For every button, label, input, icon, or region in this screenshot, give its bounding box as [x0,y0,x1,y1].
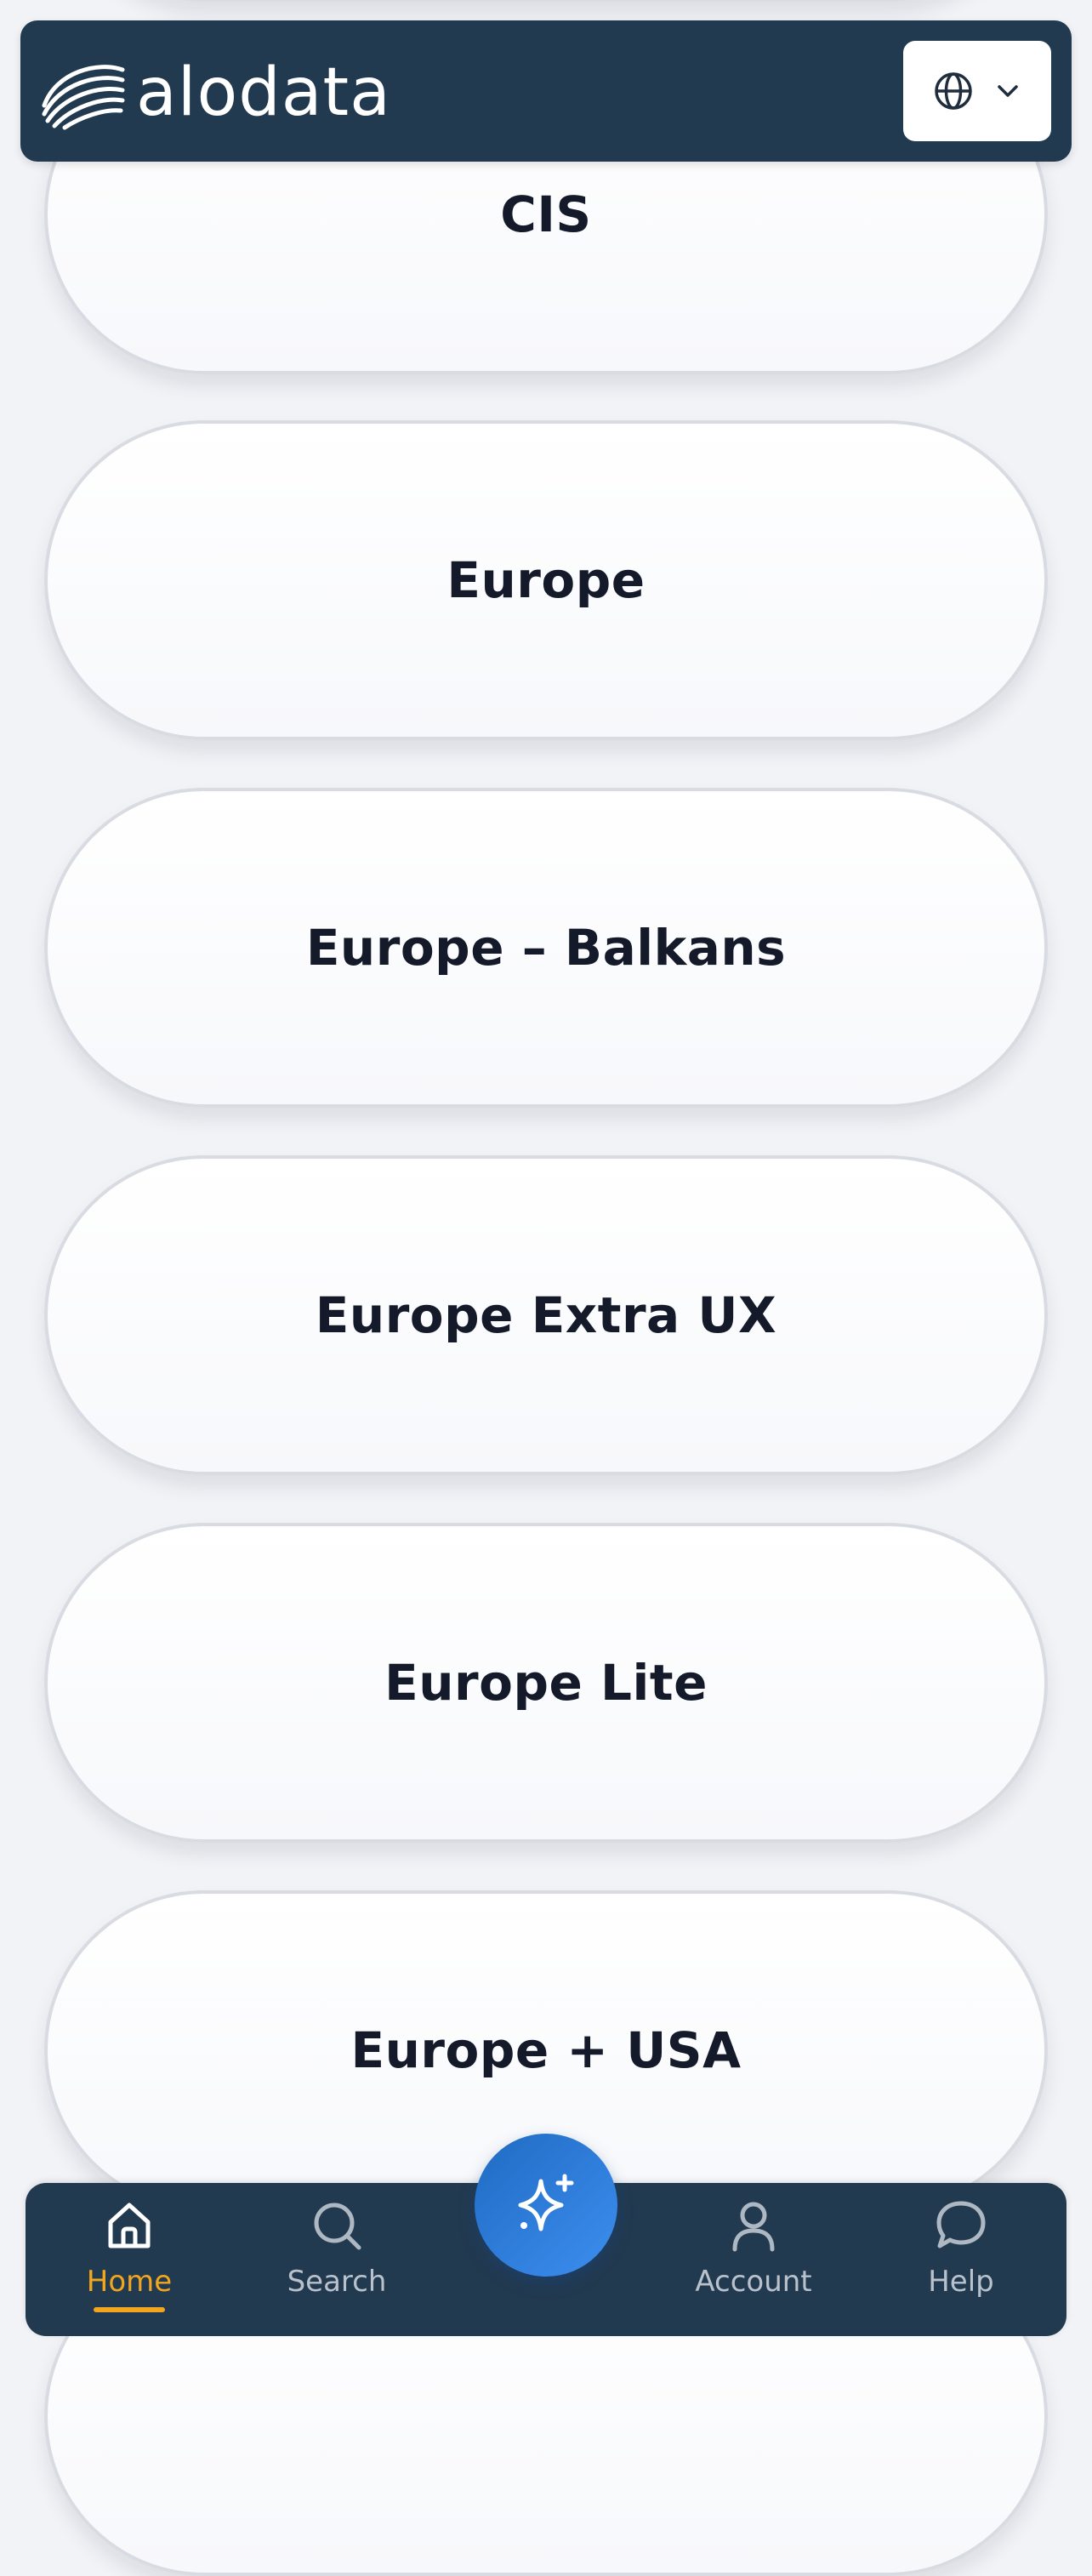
nav-item-account[interactable]: Account [668,2183,839,2336]
app-logo[interactable]: alodata [39,54,391,131]
nav-label-home: Home [86,2265,173,2299]
nav-label-help: Help [928,2265,994,2299]
language-selector-button[interactable] [903,41,1051,141]
region-label: Europe Extra UX [315,1286,777,1344]
home-icon [108,2203,151,2248]
chat-bubble-icon [936,2201,986,2248]
sparkle-icon [518,2174,574,2231]
region-card[interactable] [44,0,1048,2]
region-card-europe[interactable]: Europe [44,420,1048,740]
region-label: Europe + USA [350,2021,742,2079]
globe-icon [935,72,972,110]
active-indicator [94,2307,165,2312]
chevron-down-icon [998,85,1018,97]
region-label: Europe [446,551,646,609]
region-label: Europe – Balkans [305,919,787,977]
region-card-europe-extra-ux[interactable]: Europe Extra UX [44,1155,1048,1475]
logo-text: alodata [136,54,391,131]
nav-item-home[interactable]: Home [44,2183,214,2336]
region-label: Europe Lite [384,1654,708,1712]
nav-label-account: Account [695,2265,812,2299]
region-card-europe-lite[interactable]: Europe Lite [44,1523,1048,1843]
region-label: CIS [500,185,592,243]
logo-mark-icon [42,65,125,130]
search-icon [314,2203,361,2250]
nav-item-help[interactable]: Help [876,2183,1046,2336]
region-card-europe-balkans[interactable]: Europe – Balkans [44,788,1048,1108]
nav-label-search: Search [287,2265,387,2299]
user-icon [732,2202,775,2252]
app-header: alodata [20,20,1072,162]
nav-item-search[interactable]: Search [252,2183,422,2336]
ai-assistant-button[interactable] [475,2134,617,2277]
